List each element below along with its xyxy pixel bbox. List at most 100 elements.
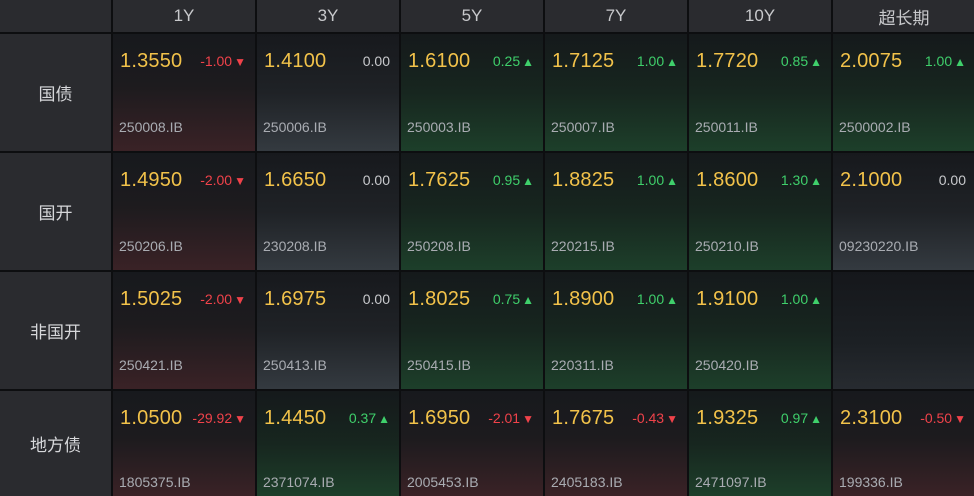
- yield-change: 1.00 ▲: [637, 53, 678, 69]
- quote-cell[interactable]: 2.0075 1.00 ▲ 2500002.IB: [833, 34, 974, 151]
- column-header-7y[interactable]: 7Y: [545, 0, 687, 32]
- change-value: 1.00: [636, 291, 665, 307]
- yield-value: 1.7125: [552, 50, 615, 72]
- quote-cell[interactable]: 1.4950 -2.00 ▼ 250206.IB: [113, 153, 255, 270]
- yield-value: 1.7625: [408, 169, 471, 191]
- bond-code: 250007.IB: [551, 119, 615, 135]
- bond-code: 220215.IB: [551, 238, 615, 254]
- change-value: 0.00: [938, 172, 966, 188]
- yield-change: 1.00 ▲: [637, 172, 678, 188]
- yield-change: 0.75 ▲: [493, 291, 534, 307]
- arrow-down-icon: ▼: [954, 412, 966, 426]
- bond-code: 230208.IB: [263, 238, 327, 254]
- yield-value: 2.3100: [840, 407, 903, 429]
- quote-cell[interactable]: 1.9325 0.97 ▲ 2471097.IB: [689, 391, 831, 496]
- yield-value: 2.0075: [840, 50, 903, 72]
- yield-change: 0.00: [363, 53, 390, 69]
- bond-code: 250210.IB: [695, 238, 759, 254]
- change-value: 0.25: [492, 53, 521, 69]
- yield-change: -2.01 ▼: [488, 410, 534, 426]
- yield-change: 1.00 ▲: [781, 291, 822, 307]
- quote-cell[interactable]: 1.8900 1.00 ▲ 220311.IB: [545, 272, 687, 389]
- bond-code: 250420.IB: [695, 357, 759, 373]
- yield-change: -0.43 ▼: [632, 410, 678, 426]
- quote-cell[interactable]: 1.6650 0.00 230208.IB: [257, 153, 399, 270]
- yield-change: -1.00 ▼: [200, 53, 246, 69]
- quote-cell[interactable]: 1.4100 0.00 250006.IB: [257, 34, 399, 151]
- quote-cell[interactable]: 1.6100 0.25 ▲ 250003.IB: [401, 34, 543, 151]
- arrow-up-icon: ▲: [666, 55, 678, 69]
- yield-value: 1.3550: [120, 50, 183, 72]
- arrow-down-icon: ▼: [234, 174, 246, 188]
- quote-cell[interactable]: 1.7675 -0.43 ▼ 2405183.IB: [545, 391, 687, 496]
- yield-change: 0.00: [363, 291, 390, 307]
- quote-cell[interactable]: 2.1000 0.00 09230220.IB: [833, 153, 974, 270]
- yield-value: 1.6100: [408, 50, 471, 72]
- bond-code: 2005453.IB: [407, 474, 479, 490]
- change-value: 1.00: [924, 53, 953, 69]
- change-value: -2.01: [488, 410, 521, 426]
- yield-value: 1.4450: [264, 407, 327, 429]
- change-value: 0.95: [492, 172, 521, 188]
- quote-cell[interactable]: 1.6950 -2.01 ▼ 2005453.IB: [401, 391, 543, 496]
- arrow-up-icon: ▲: [810, 412, 822, 426]
- yield-change: 0.95 ▲: [493, 172, 534, 188]
- change-value: 0.75: [492, 291, 521, 307]
- yield-change: 0.37 ▲: [349, 410, 390, 426]
- row-label: 地方债: [0, 391, 111, 496]
- quote-cell[interactable]: 1.4450 0.37 ▲ 2371074.IB: [257, 391, 399, 496]
- arrow-up-icon: ▲: [954, 55, 966, 69]
- yield-value: 1.4950: [120, 169, 183, 191]
- quote-cell[interactable]: 1.6975 0.00 250413.IB: [257, 272, 399, 389]
- change-value: 0.00: [362, 291, 390, 307]
- yield-value: 1.6975: [264, 288, 327, 310]
- yield-change: 0.00: [939, 172, 966, 188]
- quote-cell[interactable]: 1.9100 1.00 ▲ 250420.IB: [689, 272, 831, 389]
- column-header-10y[interactable]: 10Y: [689, 0, 831, 32]
- quote-cell[interactable]: 1.7125 1.00 ▲ 250007.IB: [545, 34, 687, 151]
- bond-code: 2500002.IB: [839, 119, 911, 135]
- quote-cell[interactable]: 1.7720 0.85 ▲ 250011.IB: [689, 34, 831, 151]
- quote-cell[interactable]: 1.8825 1.00 ▲ 220215.IB: [545, 153, 687, 270]
- arrow-up-icon: ▲: [522, 55, 534, 69]
- arrow-down-icon: ▼: [234, 412, 246, 426]
- change-value: -1.00: [200, 53, 233, 69]
- arrow-down-icon: ▼: [234, 55, 246, 69]
- yield-change: 1.00 ▲: [925, 53, 966, 69]
- change-value: 1.00: [780, 291, 809, 307]
- yield-value: 1.4100: [264, 50, 327, 72]
- quote-cell: [833, 272, 974, 389]
- change-value: -0.43: [632, 410, 665, 426]
- quote-cell[interactable]: 1.3550 -1.00 ▼ 250008.IB: [113, 34, 255, 151]
- bond-code: 250206.IB: [119, 238, 183, 254]
- quote-cell[interactable]: 1.8025 0.75 ▲ 250415.IB: [401, 272, 543, 389]
- arrow-down-icon: ▼: [522, 412, 534, 426]
- bond-code: 220311.IB: [551, 357, 614, 373]
- arrow-up-icon: ▲: [666, 174, 678, 188]
- yield-value: 1.8025: [408, 288, 471, 310]
- yield-value: 1.9100: [696, 288, 759, 310]
- bond-code: 250011.IB: [695, 119, 758, 135]
- bond-code: 199336.IB: [839, 474, 903, 490]
- bond-code: 250006.IB: [263, 119, 327, 135]
- yield-value: 1.0500: [120, 407, 183, 429]
- quote-cell[interactable]: 1.5025 -2.00 ▼ 250421.IB: [113, 272, 255, 389]
- quote-cell[interactable]: 1.7625 0.95 ▲ 250208.IB: [401, 153, 543, 270]
- bond-code: 09230220.IB: [839, 238, 919, 254]
- yield-change: -2.00 ▼: [200, 172, 246, 188]
- column-header-5y[interactable]: 5Y: [401, 0, 543, 32]
- quote-cell[interactable]: 1.8600 1.30 ▲ 250210.IB: [689, 153, 831, 270]
- column-header-ultra-long[interactable]: 超长期: [833, 0, 974, 32]
- quote-cell[interactable]: 2.3100 -0.50 ▼ 199336.IB: [833, 391, 974, 496]
- yield-change: 0.25 ▲: [493, 53, 534, 69]
- yield-change: -0.50 ▼: [920, 410, 966, 426]
- arrow-down-icon: ▼: [234, 293, 246, 307]
- quote-cell[interactable]: 1.0500 -29.92 ▼ 1805375.IB: [113, 391, 255, 496]
- row-label: 国债: [0, 34, 111, 151]
- yield-value: 1.8825: [552, 169, 615, 191]
- column-header-3y[interactable]: 3Y: [257, 0, 399, 32]
- yield-change: 1.30 ▲: [781, 172, 822, 188]
- column-header-1y[interactable]: 1Y: [113, 0, 255, 32]
- change-value: 1.30: [780, 172, 809, 188]
- bond-code: 250421.IB: [119, 357, 183, 373]
